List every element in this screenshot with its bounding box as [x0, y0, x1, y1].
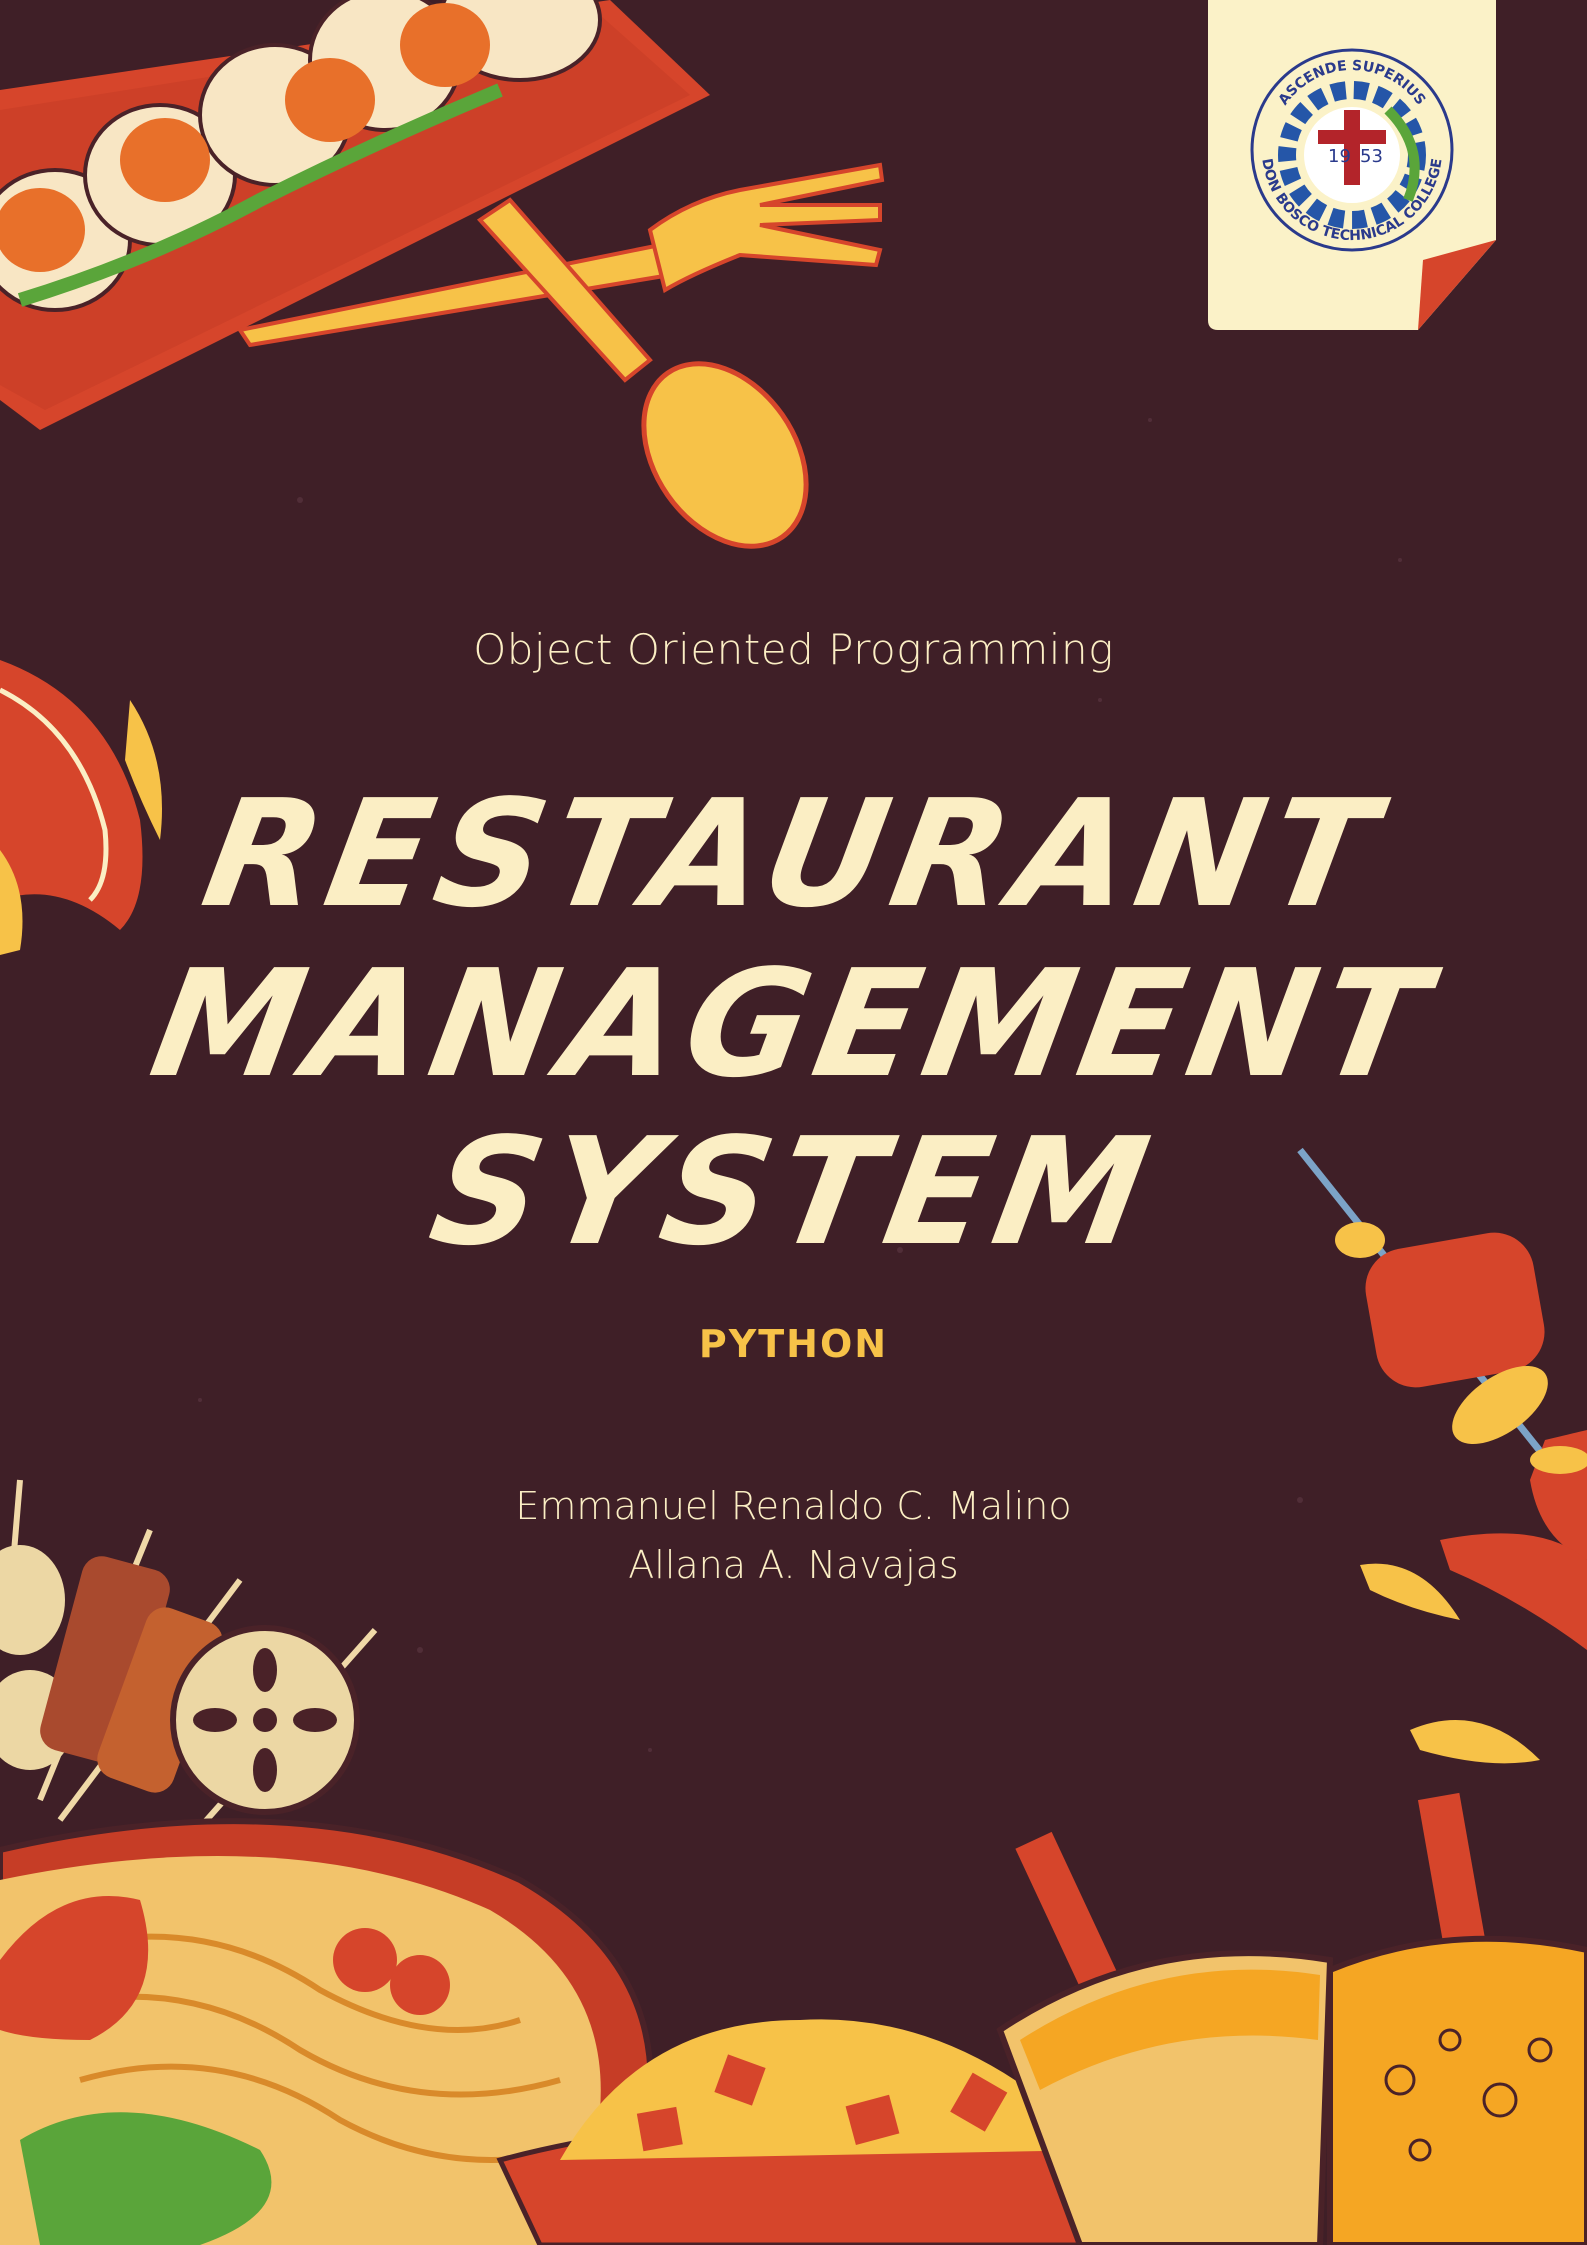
author-name-2: Allana A. Navajas [628, 1543, 959, 1587]
book-cover: 19 53 ASCENDE SUPERIUS DON BOSCO TECHNIC… [0, 0, 1587, 2245]
skewer-icon [0, 1479, 378, 1852]
seal-logo: 19 53 ASCENDE SUPERIUS DON BOSCO TECHNIC… [1208, 0, 1496, 330]
author-name-1: Emmanuel Renaldo C. Malino [515, 1484, 1072, 1528]
seal-year-right: 53 [1360, 146, 1383, 167]
title-line-1: RESTAURANT [192, 768, 1395, 940]
title-line-3: SYSTEM [419, 1106, 1168, 1278]
title-line-2: MANAGEMENT [140, 938, 1447, 1110]
language-label: PYTHON [698, 1322, 889, 1366]
drink-cup-icon [996, 1792, 1587, 2245]
course-subtitle: Object Oriented Programming [473, 625, 1114, 674]
sushi-plate-icon [0, 0, 710, 430]
seal-year-left: 19 [1328, 146, 1351, 167]
